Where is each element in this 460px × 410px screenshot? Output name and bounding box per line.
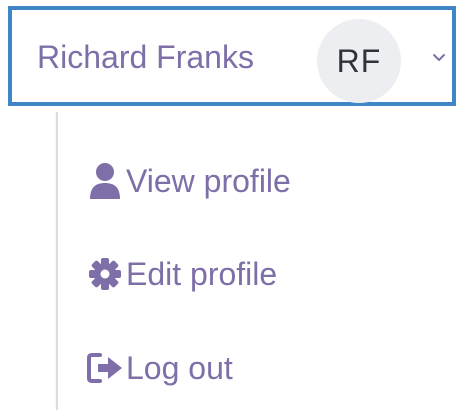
avatar: RF <box>317 19 401 103</box>
user-menu-screen: Richard Franks RF View profile Edit prof… <box>0 0 460 410</box>
gear-icon <box>86 255 124 293</box>
edit-profile-label: Edit profile <box>126 255 278 292</box>
chevron-down-icon <box>430 48 448 66</box>
user-menu-toggle[interactable]: Richard Franks RF <box>8 6 456 106</box>
user-name: Richard Franks <box>37 39 254 75</box>
view-profile-item[interactable]: View profile <box>86 156 291 206</box>
logout-icon <box>86 349 124 387</box>
view-profile-label: View profile <box>126 162 291 199</box>
edit-profile-item[interactable]: Edit profile <box>86 249 277 299</box>
user-icon <box>86 162 124 200</box>
avatar-initials: RF <box>336 42 382 79</box>
log-out-label: Log out <box>126 349 233 386</box>
log-out-item[interactable]: Log out <box>86 343 233 393</box>
